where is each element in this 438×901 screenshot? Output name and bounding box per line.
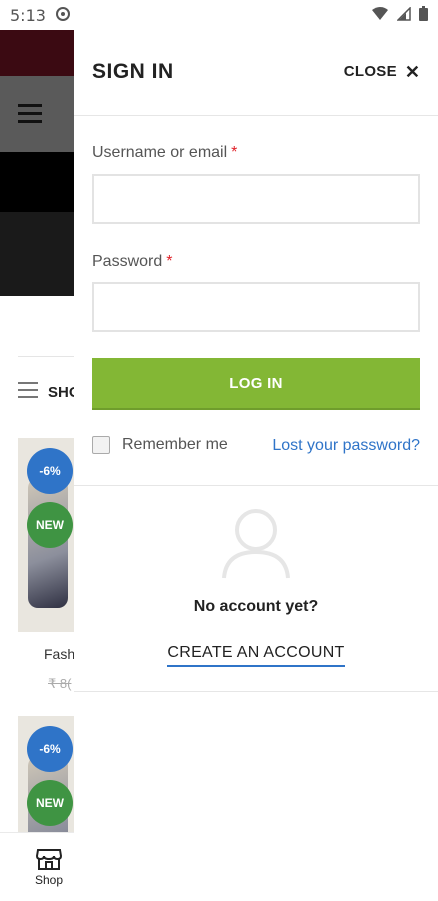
- hero-image: [0, 152, 74, 212]
- new-badge: NEW: [27, 502, 73, 548]
- divider: [74, 485, 438, 486]
- username-label: Username or email *: [92, 144, 237, 162]
- shop-tab-label: Shop: [34, 873, 64, 887]
- no-account-text: No account yet?: [193, 598, 319, 615]
- close-label: CLOSE: [343, 63, 397, 80]
- menu-button[interactable]: [0, 76, 74, 152]
- required-mark: *: [166, 253, 173, 270]
- battery-icon: [419, 6, 428, 26]
- required-mark: *: [231, 144, 238, 161]
- create-account-wrap: CREATE AN ACCOUNT: [74, 644, 438, 667]
- divider: [74, 691, 438, 692]
- password-label: Password *: [92, 253, 172, 271]
- username-input[interactable]: [92, 174, 420, 224]
- username-label-text: Username or email: [92, 144, 228, 161]
- close-button[interactable]: CLOSE ✕: [343, 61, 420, 82]
- login-button[interactable]: LOG IN: [92, 358, 420, 408]
- store-icon: [36, 849, 62, 870]
- hamburger-icon-line: [18, 112, 42, 115]
- drawer-header: SIGN IN CLOSE ✕: [74, 30, 438, 116]
- lost-password-link[interactable]: Lost your password?: [272, 437, 420, 455]
- wifi-icon: [372, 6, 389, 26]
- product-price: ₹ 8(: [48, 676, 72, 691]
- product-name[interactable]: Fash: [44, 646, 74, 662]
- user-account-icon: [222, 509, 290, 579]
- remember-me-checkbox[interactable]: [92, 436, 110, 454]
- background-shop-page: SHO -6% NEW Fash ₹ 8( -6% NEW: [0, 30, 74, 900]
- signal-icon: [395, 5, 411, 26]
- password-label-text: Password: [92, 253, 163, 270]
- shop-filter-label[interactable]: SHO: [48, 384, 74, 401]
- hero-image-lower: [0, 212, 74, 296]
- notification-icon: [56, 7, 70, 21]
- shop-tab[interactable]: Shop: [18, 841, 80, 887]
- hero-banner: [0, 30, 74, 76]
- close-icon: ✕: [404, 61, 420, 82]
- discount-badge: -6%: [27, 726, 73, 772]
- new-badge: NEW: [27, 780, 73, 826]
- hamburger-icon: [18, 104, 42, 107]
- sign-in-drawer: SIGN IN CLOSE ✕ Username or email * Passw…: [74, 30, 438, 900]
- password-input[interactable]: [92, 282, 420, 332]
- remember-me-row: Remember me: [92, 436, 228, 454]
- discount-badge: -6%: [27, 448, 73, 494]
- status-icons: [368, 5, 428, 26]
- status-time: 5:13: [10, 6, 46, 25]
- divider: [18, 356, 74, 357]
- drawer-title: SIGN IN: [92, 60, 174, 83]
- create-account-link[interactable]: CREATE AN ACCOUNT: [167, 644, 345, 667]
- remember-me-label[interactable]: Remember me: [122, 436, 228, 454]
- status-bar: 5:13: [0, 0, 438, 30]
- hamburger-icon-line: [18, 120, 42, 123]
